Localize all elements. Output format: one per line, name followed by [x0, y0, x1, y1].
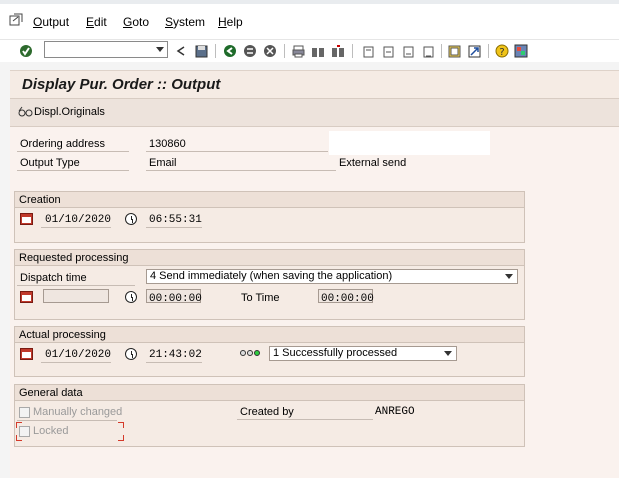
to-time-label: To Time — [241, 292, 280, 304]
prev-page-icon[interactable] — [380, 43, 396, 59]
displ-originals-label: Displ.Originals — [34, 106, 105, 118]
clock-icon — [125, 213, 137, 225]
page-title: Display Pur. Order :: Output — [22, 76, 221, 93]
print-icon[interactable] — [290, 43, 306, 59]
status-value: 1 Successfully processed — [273, 347, 398, 359]
divider — [146, 151, 328, 152]
create-session-icon[interactable] — [446, 43, 462, 59]
help-icon[interactable]: ? — [494, 43, 510, 59]
external-send-label: External send — [339, 157, 407, 169]
menu-output[interactable]: Output — [33, 15, 69, 29]
svg-text:?: ? — [499, 47, 504, 58]
to-time-value: 00:00:00 — [321, 293, 374, 305]
menu-goto[interactable]: Goto — [123, 15, 149, 29]
back-green-icon[interactable] — [222, 43, 238, 59]
ordering-address-value: 130860 — [149, 138, 186, 150]
dispatch-time-value: 4 Send immediately (when saving the appl… — [150, 270, 393, 282]
calendar-icon — [20, 213, 33, 225]
cancel-icon[interactable] — [262, 43, 278, 59]
output-type-label: Output Type — [20, 157, 80, 169]
save-icon[interactable] — [193, 43, 209, 59]
dispatch-time-label: Dispatch time — [20, 272, 87, 284]
last-page-icon[interactable] — [420, 43, 436, 59]
divider — [41, 362, 111, 363]
created-by-value: ANREGO — [375, 406, 415, 418]
actual-time: 21:43:02 — [149, 349, 202, 361]
clock-icon — [125, 348, 137, 360]
back-icon[interactable] — [173, 43, 189, 59]
requested-time-field[interactable]: 00:00:00 — [146, 289, 202, 305]
traffic-light-icon — [240, 350, 260, 356]
customize-layout-icon[interactable] — [513, 43, 529, 59]
find-icon[interactable] — [310, 43, 326, 59]
menu-system[interactable]: System — [165, 15, 205, 29]
divider — [146, 362, 202, 363]
system-menu-icon[interactable] — [9, 13, 23, 26]
focus-frame — [118, 435, 124, 441]
divider — [146, 227, 202, 228]
divider — [41, 227, 111, 228]
displ-originals-button[interactable]: Displ.Originals — [18, 106, 105, 118]
manually-changed-label: Manually changed — [33, 406, 123, 418]
title-bar: Display Pur. Order :: Output — [10, 70, 619, 98]
calendar-icon[interactable] — [20, 291, 33, 303]
next-page-icon[interactable] — [400, 43, 416, 59]
status-select[interactable]: 1 Successfully processed — [269, 346, 457, 361]
dispatch-time-select[interactable]: 4 Send immediately (when saving the appl… — [146, 269, 518, 284]
requested-date-field[interactable] — [43, 289, 109, 303]
shortcut-icon[interactable] — [466, 43, 482, 59]
exit-icon[interactable] — [242, 43, 258, 59]
divider — [237, 419, 373, 420]
group-title: General data — [15, 385, 524, 401]
menu-help[interactable]: Help — [218, 15, 243, 29]
manually-changed-checkbox[interactable] — [19, 407, 30, 418]
find-next-icon[interactable] — [330, 43, 346, 59]
group-title: Requested processing — [15, 250, 524, 266]
focus-frame — [118, 422, 124, 428]
calendar-icon — [20, 348, 33, 360]
chevron-down-icon[interactable] — [505, 274, 513, 279]
requested-time-value: 00:00:00 — [149, 293, 202, 305]
locked-label: Locked — [33, 425, 69, 437]
divider — [146, 170, 336, 171]
to-time-field[interactable]: 00:00:00 — [318, 289, 374, 305]
creation-time: 06:55:31 — [149, 214, 202, 226]
divider — [17, 285, 135, 286]
actual-date: 01/10/2020 — [45, 349, 112, 361]
group-title: Actual processing — [15, 327, 524, 343]
application-toolbar: Displ.Originals — [10, 98, 619, 127]
ordering-address-label: Ordering address — [20, 138, 105, 150]
menu-edit[interactable]: Edit — [86, 15, 107, 29]
locked-checkbox[interactable] — [19, 426, 30, 437]
toolbar-icons: ? — [0, 40, 619, 62]
group-title: Creation — [15, 192, 524, 208]
created-by-label: Created by — [240, 406, 294, 418]
glasses-icon — [18, 106, 33, 117]
divider — [17, 170, 129, 171]
clock-icon — [125, 291, 137, 303]
divider — [17, 151, 129, 152]
output-type-value: Email — [149, 157, 177, 169]
menu-bar: Output Edit Goto System Help — [0, 0, 619, 40]
divider — [17, 420, 117, 421]
first-page-icon[interactable] — [360, 43, 376, 59]
chevron-down-icon[interactable] — [444, 351, 452, 356]
creation-date: 01/10/2020 — [45, 214, 112, 226]
blank-field — [329, 131, 490, 155]
window-top-strip — [0, 0, 619, 4]
